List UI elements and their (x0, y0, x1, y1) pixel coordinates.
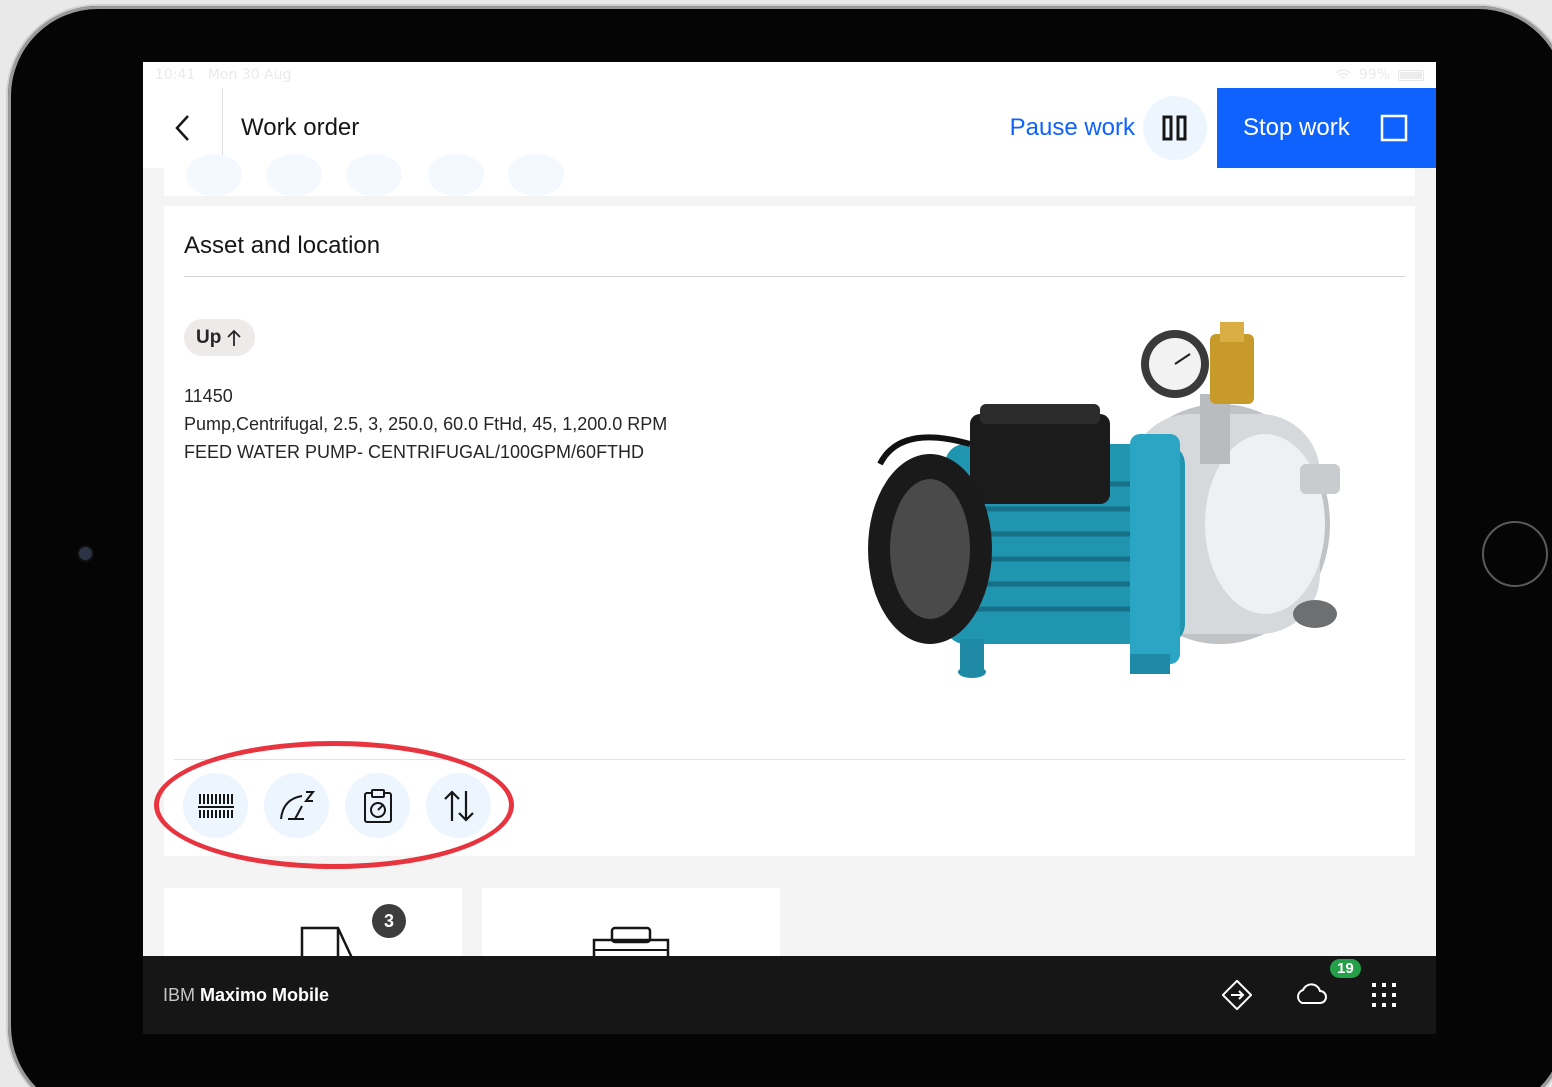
stop-icon (1380, 114, 1408, 142)
card-actions-divider (174, 759, 1405, 760)
asset-status-tag: Up (184, 319, 256, 356)
brand-name: Maximo Mobile (200, 984, 330, 1005)
meter-icon (279, 790, 315, 820)
battery-percent: 99% (1358, 67, 1390, 83)
pause-work-label: Pause work (1009, 114, 1135, 141)
asset-number: 11450 (184, 386, 233, 406)
direction-diamond-icon[interactable] (1222, 980, 1252, 1010)
stop-work-button[interactable]: Stop work (1217, 88, 1436, 168)
status-date: Mon 30 Aug (207, 67, 292, 83)
sort-arrows-icon (443, 789, 474, 822)
pump-image (868, 322, 1340, 678)
faded-action-icon (508, 154, 564, 196)
previous-card-edge (164, 154, 1415, 196)
pause-work-button[interactable]: Pause work (1010, 88, 1217, 168)
chevron-left-icon (174, 115, 189, 141)
battery-icon (1398, 69, 1424, 81)
barcode-icon (197, 793, 234, 818)
report-button[interactable] (345, 773, 410, 838)
brand-prefix: IBM (163, 984, 196, 1005)
faded-action-icon (266, 154, 322, 196)
attachments-count-badge: 3 (372, 904, 406, 938)
faded-action-icon (428, 154, 484, 196)
cloud-icon (1297, 983, 1327, 1004)
camera-lens (79, 547, 92, 560)
card-divider (184, 276, 1405, 277)
sync-count-badge: 19 (1330, 959, 1361, 978)
page-title: Work order (241, 114, 360, 141)
page-header: Work order Pause work Stop work (143, 88, 1436, 168)
pause-icon (1143, 96, 1207, 160)
app-screen: 10:41 Mon 30 Aug 99% Work order Pause wo… (143, 62, 1436, 1034)
card-title: Asset and location (184, 232, 381, 259)
barcode-button[interactable] (183, 773, 248, 838)
bottom-bar-actions: 19 (1222, 959, 1398, 1010)
sync-status[interactable]: 19 (1294, 959, 1361, 1009)
status-right: 99% (1335, 67, 1424, 83)
asset-description: FEED WATER PUMP- CENTRIFUGAL/100GPM/60FT… (184, 442, 645, 462)
home-button[interactable] (1482, 521, 1548, 587)
meter-button[interactable] (264, 773, 329, 838)
app-bottom-bar: IBM Maximo Mobile 19 (143, 956, 1436, 1034)
asset-location-card: Asset and location Up 11450 Pump,Centrif… (154, 206, 1415, 869)
stop-work-label: Stop work (1243, 114, 1350, 141)
faded-action-icon (346, 154, 402, 196)
arrow-up-icon (227, 329, 241, 346)
asset-details: 11450 Pump,Centrifugal, 2.5, 3, 250.0, 6… (184, 382, 667, 466)
asset-spec: Pump,Centrifugal, 2.5, 3, 250.0, 60.0 Ft… (184, 414, 668, 434)
status-time: 10:41 (155, 67, 196, 83)
app-grid-icon[interactable] (1370, 981, 1398, 1009)
status-left: 10:41 Mon 30 Aug (155, 67, 291, 83)
clipboard-report-icon (363, 788, 392, 823)
app-brand: IBM Maximo Mobile (163, 985, 1222, 1006)
sort-button[interactable] (426, 773, 491, 838)
asset-action-row (183, 773, 491, 838)
wifi-icon (1335, 69, 1351, 79)
status-bar: 10:41 Mon 30 Aug 99% (143, 62, 1436, 88)
status-tag-label: Up (196, 326, 222, 348)
faded-action-icon (186, 154, 242, 196)
